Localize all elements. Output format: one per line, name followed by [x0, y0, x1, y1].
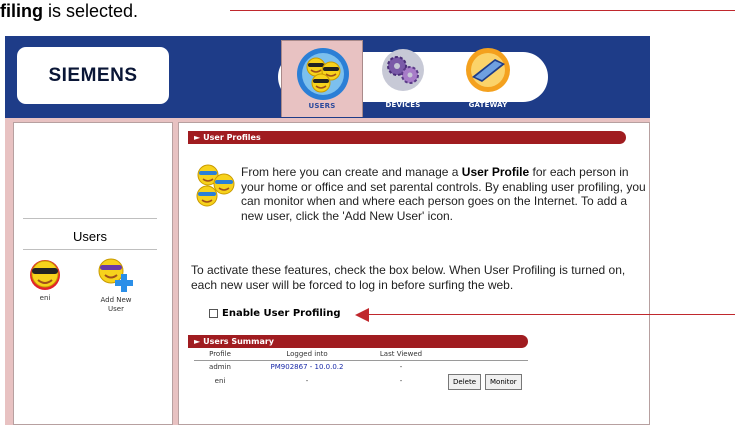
tab-users[interactable]: USERS	[281, 40, 363, 117]
bullet-icon: ►	[194, 337, 201, 346]
section-user-profiles: ► User Profiles	[188, 131, 626, 144]
logo-text: SIEMENS	[48, 64, 138, 86]
activate-text: To activate these features, check the bo…	[191, 263, 626, 292]
users-group-icon	[196, 164, 235, 207]
column-header-profile: Profile	[209, 350, 231, 358]
section-users-summary-title: Users Summary	[203, 337, 275, 346]
users-smiley-icon	[297, 48, 349, 100]
tab-gateway-label: GATEWAY	[468, 101, 508, 109]
caption-suffix: is selected.	[43, 1, 139, 21]
table-header: Profile Logged into Last Viewed	[194, 350, 528, 361]
sidebar-divider-top	[23, 218, 157, 219]
table-row: eni - - Delete Monitor	[194, 374, 528, 390]
sidebar-heading: Users	[73, 229, 107, 244]
gateway-device-icon	[466, 48, 510, 92]
callout-line-top	[230, 10, 735, 11]
enable-user-profiling-row[interactable]: Enable User Profiling	[209, 308, 341, 319]
caption-bold: filing	[0, 1, 43, 21]
section-users-summary: ► Users Summary	[188, 335, 528, 348]
column-header-last-viewed: Last Viewed	[379, 350, 423, 358]
logged-into-link[interactable]: PM902867 - 10.0.0.2	[252, 363, 362, 371]
bullet-icon: ►	[194, 133, 201, 142]
smiley-sunglasses-icon	[30, 260, 60, 290]
add-new-user-label: Add New User	[100, 296, 132, 313]
caption: filing is selected.	[0, 0, 138, 22]
tab-users-label: USERS	[308, 102, 336, 110]
callout-arrow-head	[355, 308, 369, 322]
tab-devices-label: DEVICES	[385, 101, 421, 109]
cell-last-viewed: -	[399, 363, 403, 371]
gears-icon	[382, 49, 424, 91]
tab-gateway[interactable]: GATEWAY	[452, 44, 524, 109]
intro-text: From here you can create and manage a Us…	[241, 165, 646, 223]
user-name-eni: eni	[39, 294, 51, 302]
intro-part1: From here you can create and manage a	[241, 165, 462, 179]
add-user-icon	[98, 258, 133, 292]
tab-devices[interactable]: DEVICES	[372, 44, 434, 109]
section-user-profiles-title: User Profiles	[203, 133, 261, 142]
table-row: admin PM902867 - 10.0.0.2 -	[194, 363, 528, 374]
cell-last-viewed: -	[399, 377, 403, 385]
callout-arrow-line	[362, 314, 735, 315]
monitor-button[interactable]: Monitor	[485, 374, 522, 390]
enable-user-profiling-label[interactable]: Enable User Profiling	[222, 308, 341, 319]
logo: SIEMENS	[17, 47, 169, 104]
sidebar-divider-bottom	[23, 249, 157, 250]
delete-button[interactable]: Delete	[448, 374, 481, 390]
sidebar-item-user-eni[interactable]: eni	[25, 256, 65, 303]
cell-profile: admin	[209, 363, 231, 371]
intro-bold: User Profile	[461, 165, 530, 179]
cell-logged-into: -	[305, 377, 309, 385]
column-header-logged-into: Logged into	[286, 350, 328, 358]
add-new-user-button[interactable]: Add New User	[91, 256, 141, 314]
enable-user-profiling-checkbox[interactable]	[209, 309, 218, 318]
users-summary-table: Profile Logged into Last Viewed admin PM…	[194, 350, 528, 390]
cell-profile: eni	[214, 377, 226, 385]
